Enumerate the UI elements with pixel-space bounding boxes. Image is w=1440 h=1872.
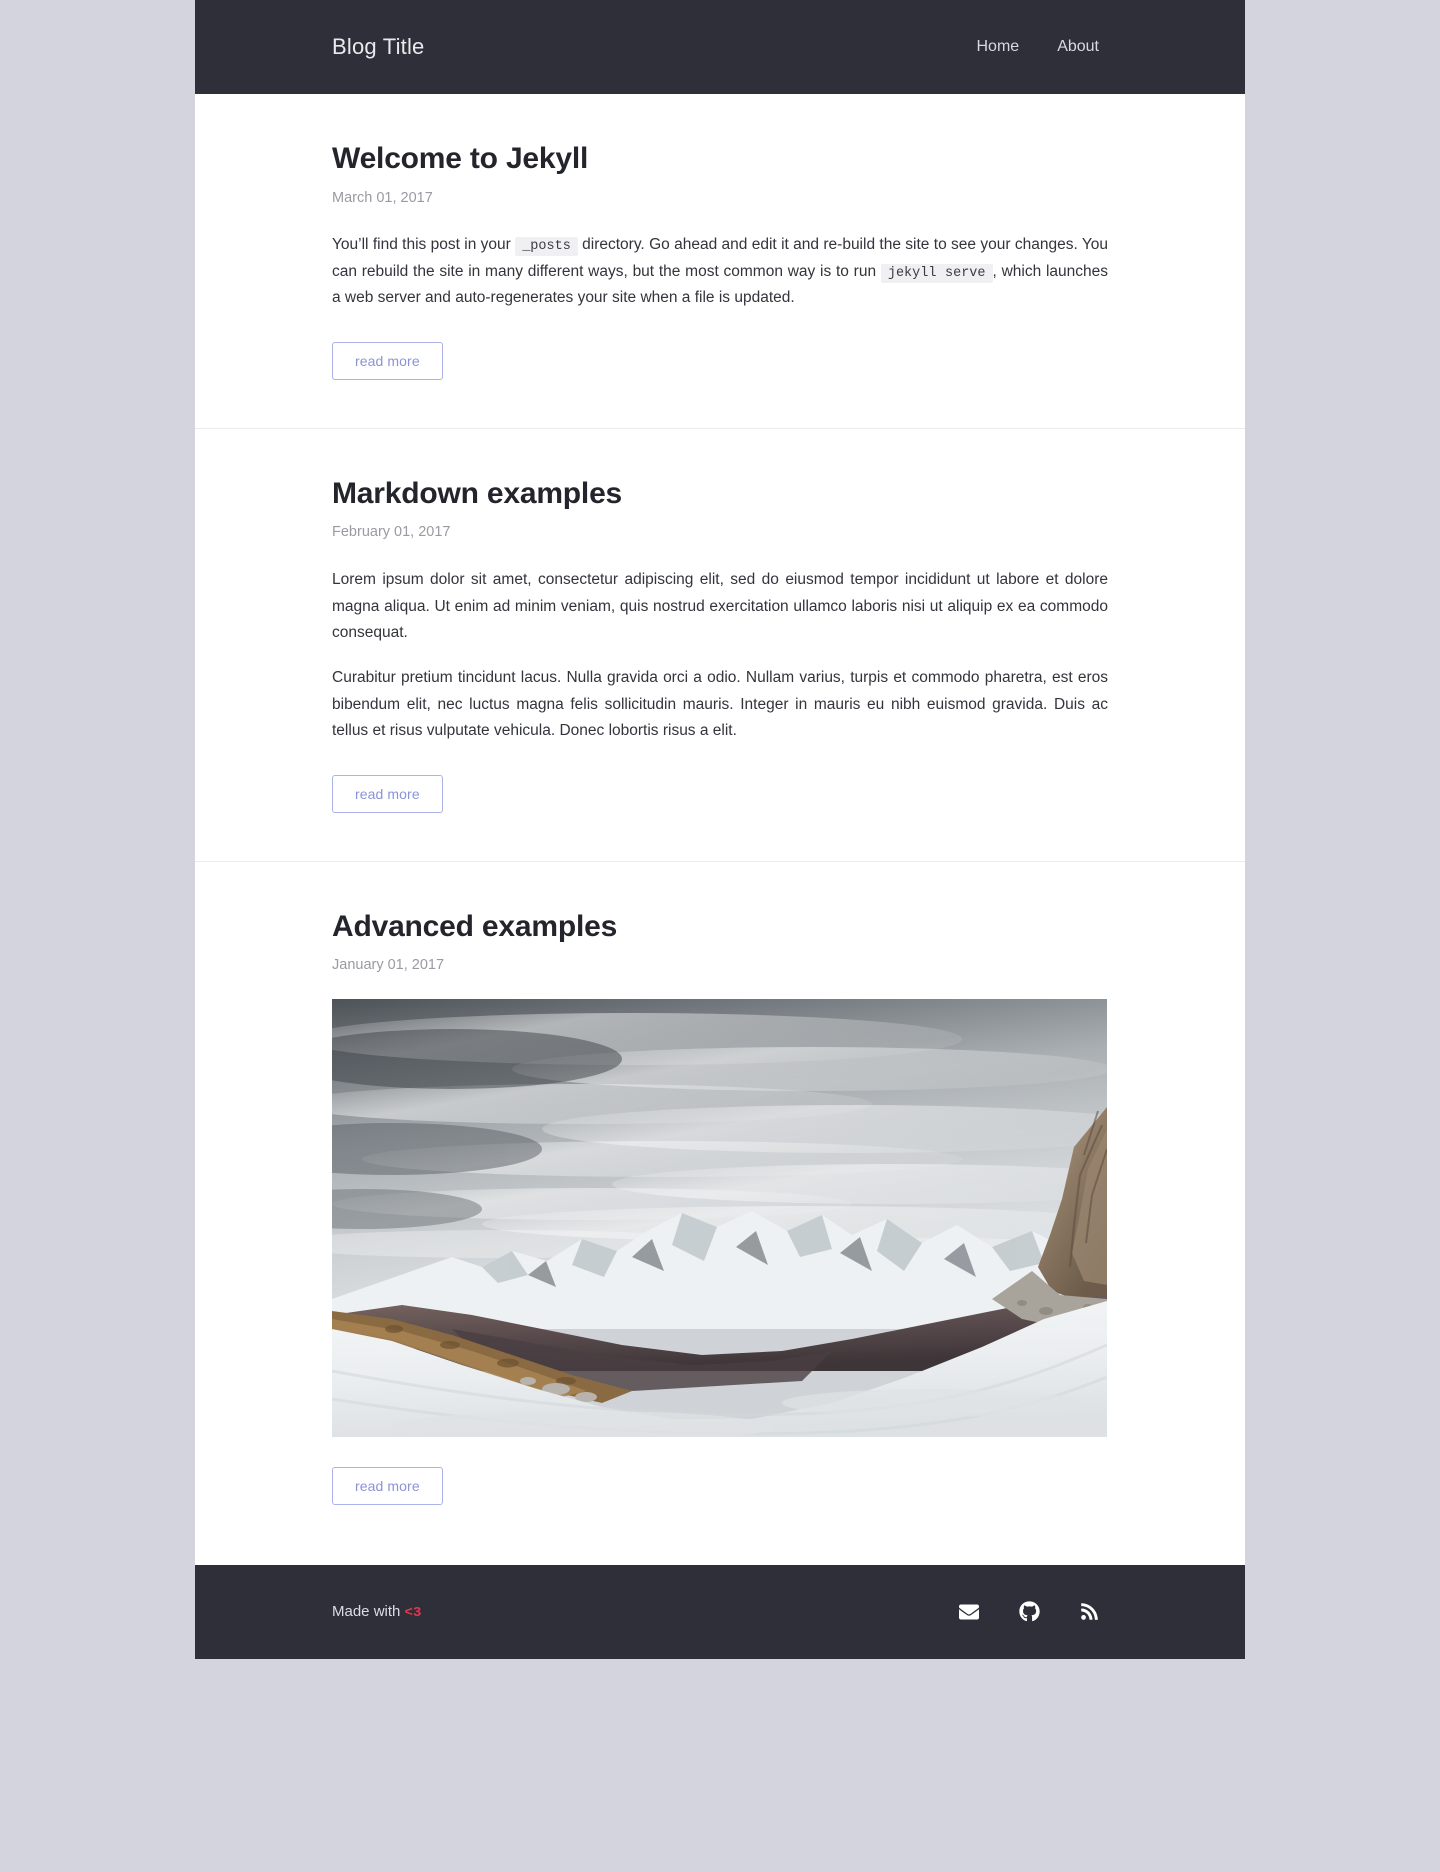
- post-list: Welcome to Jekyll March 01, 2017 You’ll …: [195, 94, 1245, 1565]
- post-title-link[interactable]: Markdown examples: [332, 477, 622, 510]
- footer-made-with-label: Made with: [332, 1602, 405, 1620]
- post-date: March 01, 2017: [332, 189, 433, 206]
- email-icon[interactable]: [958, 1601, 980, 1623]
- post-title: Advanced examples: [332, 908, 1108, 946]
- post-title-link[interactable]: Welcome to Jekyll: [332, 142, 588, 175]
- github-icon[interactable]: [1018, 1601, 1040, 1623]
- nav-link-home[interactable]: Home: [977, 39, 1020, 55]
- site-header: Blog Title Home About: [195, 0, 1245, 94]
- site-footer: Made with <3: [195, 1564, 1245, 1659]
- rss-icon[interactable]: [1078, 1601, 1100, 1623]
- read-more-button[interactable]: read more: [332, 774, 443, 813]
- site-title[interactable]: Blog Title: [332, 36, 425, 58]
- heart-glyph: <3: [404, 1604, 422, 1621]
- post-body: Lorem ipsum dolor sit amet, consectetur …: [332, 567, 1108, 745]
- post-paragraph: Lorem ipsum dolor sit amet, consectetur …: [332, 570, 1108, 642]
- post-paragraph: Curabitur pretium tincidunt lacus. Nulla…: [332, 668, 1108, 740]
- page-container: Blog Title Home About Welcome to Jekyll …: [195, 0, 1245, 1659]
- inline-code: _posts: [515, 237, 578, 256]
- post-date: February 01, 2017: [332, 524, 451, 541]
- post-paragraph: You’ll find this post in your _posts dir…: [332, 232, 1108, 312]
- post-body: You’ll find this post in your _posts dir…: [332, 232, 1108, 312]
- nav-link-about[interactable]: About: [1057, 39, 1099, 55]
- post-title: Welcome to Jekyll: [332, 140, 1108, 178]
- post-item: Advanced examples January 01, 2017 read …: [195, 862, 1245, 1565]
- main-content: Welcome to Jekyll March 01, 2017 You’ll …: [195, 94, 1245, 1565]
- post-image: [332, 998, 1107, 1437]
- post-item: Markdown examples February 01, 2017 Lore…: [195, 429, 1245, 862]
- inline-code: jekyll serve: [880, 263, 993, 283]
- read-more-button[interactable]: read more: [332, 341, 443, 380]
- footer-made-with: Made with <3: [332, 1604, 421, 1620]
- text-run: You’ll find this post in your: [332, 236, 516, 253]
- post-title: Markdown examples: [332, 475, 1108, 513]
- read-more-button[interactable]: read more: [332, 1466, 443, 1505]
- site-nav: Home About: [977, 39, 1109, 55]
- footer-social-links: [958, 1601, 1108, 1623]
- post-title-link[interactable]: Advanced examples: [332, 910, 617, 943]
- post-item: Welcome to Jekyll March 01, 2017 You’ll …: [195, 94, 1245, 429]
- post-date: January 01, 2017: [332, 957, 445, 974]
